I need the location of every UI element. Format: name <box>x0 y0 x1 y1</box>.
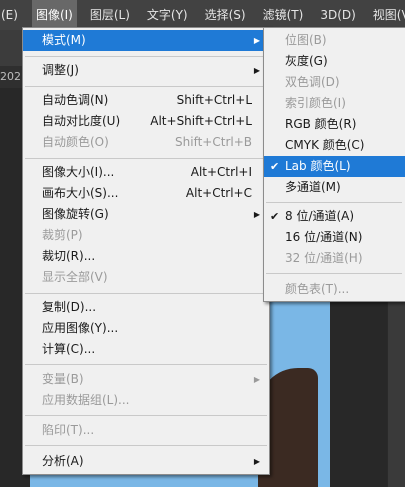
menu-item-label: 自动颜色(O) <box>42 135 109 149</box>
menu-item-label: 分析(A) <box>42 454 84 468</box>
submenu-item-color-table[interactable]: 颜色表(T)... <box>264 279 405 300</box>
checkmark-icon: ✔ <box>270 160 280 173</box>
submenu-separator <box>266 273 402 274</box>
submenu-item-indexed-color[interactable]: 索引颜色(I) <box>264 93 405 114</box>
menu-3d[interactable]: 3D(D) <box>316 0 359 30</box>
submenu-item-label: 8 位/通道(A) <box>285 209 355 223</box>
menu-item-trap[interactable]: 陷印(T)... <box>23 420 269 441</box>
menu-separator <box>25 293 267 294</box>
submenu-item-label: 位图(B) <box>285 33 327 47</box>
menu-item-label: 裁切(R)... <box>42 249 96 263</box>
menu-edit[interactable]: (E) <box>0 0 22 30</box>
submenu-item-8-bit[interactable]: ✔ 8 位/通道(A) <box>264 206 405 227</box>
menu-item-label: 裁剪(P) <box>42 228 83 242</box>
menu-view[interactable]: 视图(V) <box>369 0 405 30</box>
menu-item-label: 应用图像(Y)... <box>42 321 119 335</box>
triangle-right-icon: ▶ <box>253 457 260 466</box>
menu-item-label: 图像大小(I)... <box>42 165 115 179</box>
submenu-item-bitmap[interactable]: 位图(B) <box>264 30 405 51</box>
menu-separator <box>25 56 267 57</box>
submenu-item-grayscale[interactable]: 灰度(G) <box>264 51 405 72</box>
submenu-item-label: 双色调(D) <box>285 75 340 89</box>
menu-item-trim[interactable]: 裁切(R)... <box>23 246 269 267</box>
menu-item-shortcut: Alt+Ctrl+I <box>190 165 252 179</box>
menu-item-auto-tone[interactable]: 自动色调(N) Shift+Ctrl+L <box>23 90 269 111</box>
menu-item-shortcut: Shift+Ctrl+B <box>175 135 252 149</box>
submenu-item-duotone[interactable]: 双色调(D) <box>264 72 405 93</box>
submenu-item-multichannel[interactable]: 多通道(M) <box>264 177 405 198</box>
menu-item-apply-image[interactable]: 应用图像(Y)... <box>23 318 269 339</box>
menu-item-adjustments[interactable]: 调整(J) ▶ <box>23 60 269 81</box>
menu-item-crop[interactable]: 裁剪(P) <box>23 225 269 246</box>
menu-item-label: 模式(M) <box>42 33 86 47</box>
menu-item-calculations[interactable]: 计算(C)... <box>23 339 269 360</box>
menu-separator <box>25 364 267 365</box>
submenu-item-32-bit[interactable]: 32 位/通道(H) <box>264 248 405 269</box>
triangle-right-icon: ▶ <box>253 210 260 219</box>
mode-submenu: 位图(B) 灰度(G) 双色调(D) 索引颜色(I) RGB 颜色(R) CMY… <box>263 27 405 302</box>
submenu-item-rgb-color[interactable]: RGB 颜色(R) <box>264 114 405 135</box>
menu-item-auto-contrast[interactable]: 自动对比度(U) Alt+Shift+Ctrl+L <box>23 111 269 132</box>
menu-item-shortcut: Alt+Shift+Ctrl+L <box>150 114 252 128</box>
menu-item-apply-data-set[interactable]: 应用数据组(L)... <box>23 390 269 411</box>
menu-filter[interactable]: 滤镜(T) <box>259 0 308 30</box>
menu-separator <box>25 415 267 416</box>
menu-item-label: 变量(B) <box>42 372 84 386</box>
submenu-item-label: Lab 颜色(L) <box>285 159 351 173</box>
menu-item-duplicate[interactable]: 复制(D)... <box>23 297 269 318</box>
menu-item-label: 显示全部(V) <box>42 270 108 284</box>
menu-item-mode[interactable]: 模式(M) ▶ <box>23 30 269 51</box>
menu-item-label: 图像旋转(G) <box>42 207 109 221</box>
menu-item-label: 自动色调(N) <box>42 93 109 107</box>
submenu-separator <box>266 202 402 203</box>
submenu-item-cmyk-color[interactable]: CMYK 颜色(C) <box>264 135 405 156</box>
menu-item-image-size[interactable]: 图像大小(I)... Alt+Ctrl+I <box>23 162 269 183</box>
menu-separator <box>25 86 267 87</box>
menu-image[interactable]: 图像(I) <box>31 0 77 30</box>
submenu-item-label: 32 位/通道(H) <box>285 251 363 265</box>
menu-item-variables[interactable]: 变量(B) ▶ <box>23 369 269 390</box>
menu-item-image-rotation[interactable]: 图像旋转(G) ▶ <box>23 204 269 225</box>
document-tab-label[interactable]: 202 <box>0 70 21 83</box>
submenu-item-lab-color[interactable]: ✔ Lab 颜色(L) <box>264 156 405 177</box>
submenu-item-label: 多通道(M) <box>285 180 341 194</box>
menu-item-shortcut: Alt+Ctrl+C <box>185 186 252 200</box>
triangle-right-icon: ▶ <box>253 66 260 75</box>
menu-select[interactable]: 选择(S) <box>201 0 250 30</box>
menu-item-canvas-size[interactable]: 画布大小(S)... Alt+Ctrl+C <box>23 183 269 204</box>
menu-item-shortcut: Shift+Ctrl+L <box>176 93 252 107</box>
submenu-item-label: 16 位/通道(N) <box>285 230 363 244</box>
menu-item-label: 应用数据组(L)... <box>42 393 130 407</box>
menu-separator <box>25 445 267 446</box>
menu-item-reveal-all[interactable]: 显示全部(V) <box>23 267 269 288</box>
checkmark-icon: ✔ <box>270 210 280 223</box>
menu-separator <box>25 158 267 159</box>
submenu-item-label: 颜色表(T)... <box>285 282 350 296</box>
menu-item-auto-color[interactable]: 自动颜色(O) Shift+Ctrl+B <box>23 132 269 153</box>
menu-item-label: 陷印(T)... <box>42 423 95 437</box>
submenu-item-label: CMYK 颜色(C) <box>285 138 365 152</box>
menu-item-label: 自动对比度(U) <box>42 114 121 128</box>
submenu-item-label: 索引颜色(I) <box>285 96 346 110</box>
image-menu-dropdown: 模式(M) ▶ 调整(J) ▶ 自动色调(N) Shift+Ctrl+L 自动对… <box>22 27 270 475</box>
menu-bar: (E) 图像(I) 图层(L) 文字(Y) 选择(S) 滤镜(T) 3D(D) … <box>0 0 405 30</box>
triangle-right-icon: ▶ <box>253 375 260 384</box>
submenu-item-label: 灰度(G) <box>285 54 328 68</box>
menu-type[interactable]: 文字(Y) <box>143 0 192 30</box>
submenu-item-16-bit[interactable]: 16 位/通道(N) <box>264 227 405 248</box>
menu-item-analysis[interactable]: 分析(A) ▶ <box>23 451 269 472</box>
menu-item-label: 画布大小(S)... <box>42 186 119 200</box>
menu-item-label: 调整(J) <box>42 63 79 77</box>
triangle-right-icon: ▶ <box>253 36 260 45</box>
menu-item-label: 计算(C)... <box>42 342 96 356</box>
menu-layer[interactable]: 图层(L) <box>86 0 134 30</box>
submenu-item-label: RGB 颜色(R) <box>285 117 357 131</box>
menu-item-label: 复制(D)... <box>42 300 97 314</box>
